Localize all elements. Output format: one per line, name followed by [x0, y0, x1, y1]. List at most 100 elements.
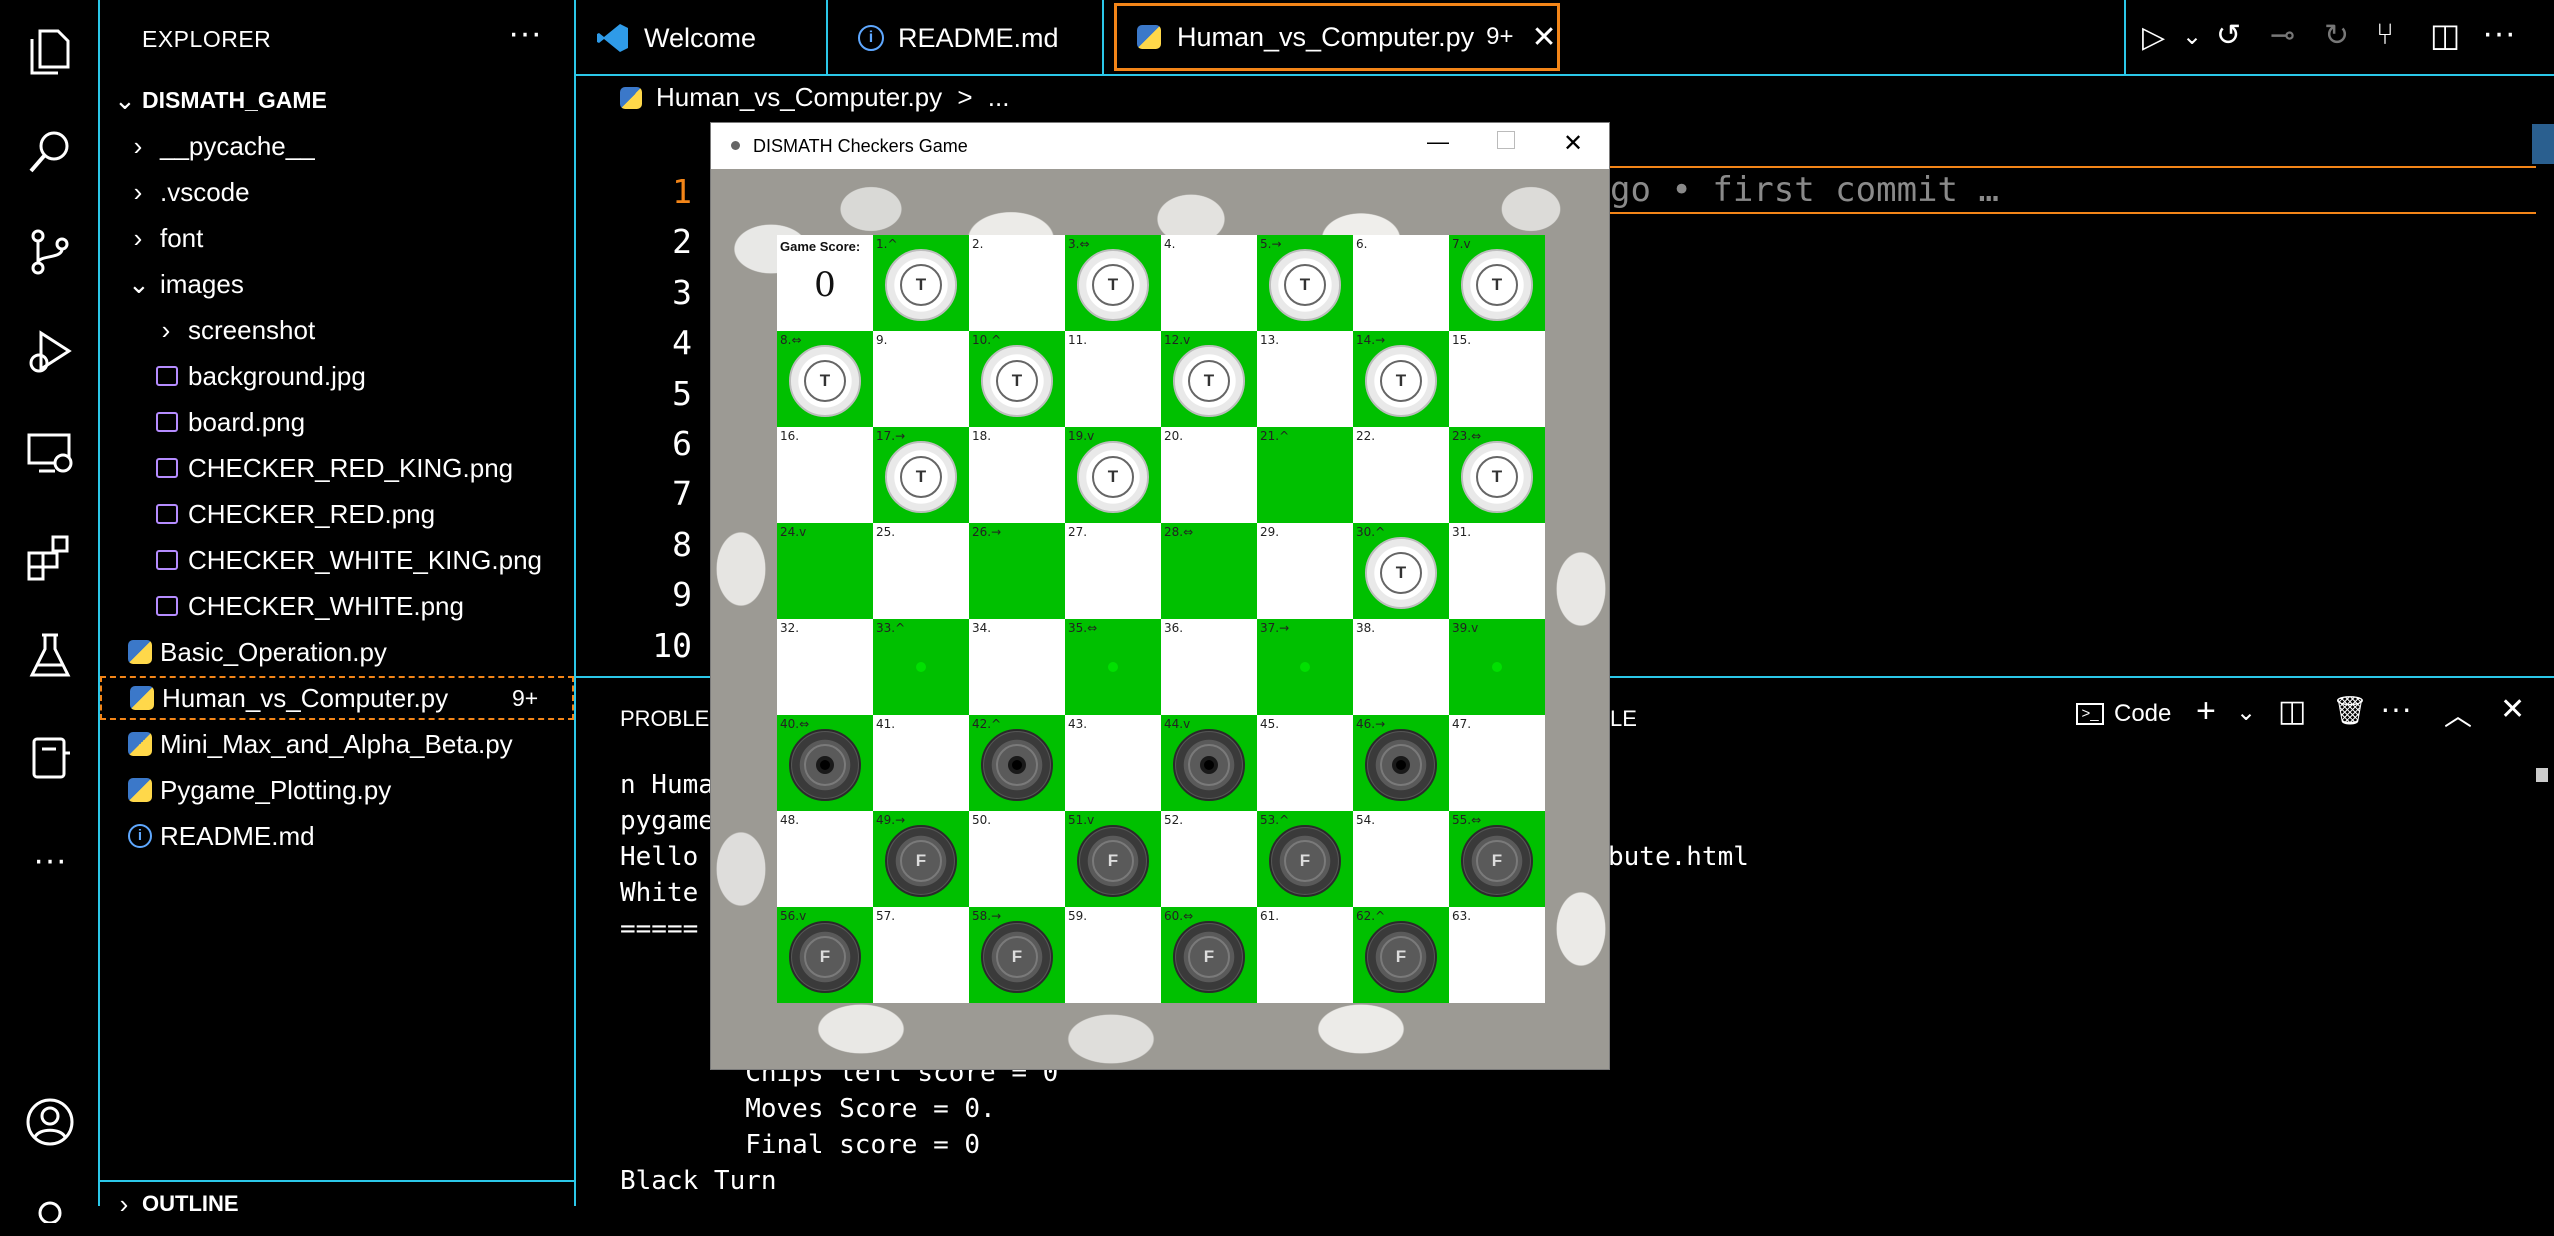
board-square[interactable]: 12.v T: [1161, 331, 1257, 427]
close-icon[interactable]: ✕: [1563, 129, 1583, 158]
board-square[interactable]: 53.^ F: [1257, 811, 1353, 907]
remote-explorer-icon[interactable]: [22, 424, 78, 480]
more-actions-icon[interactable]: ···: [2380, 690, 2412, 727]
board-square[interactable]: 29.: [1257, 523, 1353, 619]
board-square[interactable]: 42.^: [969, 715, 1065, 811]
go-forward-icon[interactable]: ↻: [2324, 18, 2349, 53]
explorer-icon[interactable]: [22, 24, 78, 80]
white-checker-piece[interactable]: T: [885, 249, 957, 321]
tree-item[interactable]: › screenshot: [100, 308, 574, 352]
game-window[interactable]: DISMATH Checkers Game — ✕ Game Score: 0 …: [710, 122, 1610, 1070]
board-square[interactable]: 9.: [873, 331, 969, 427]
manage-icon[interactable]: [22, 1180, 78, 1236]
split-editor-icon[interactable]: ◫: [2430, 16, 2460, 54]
board-square[interactable]: 40.⇔: [777, 715, 873, 811]
close-panel-icon[interactable]: ✕: [2500, 692, 2525, 727]
black-checker-piece[interactable]: F: [885, 825, 957, 897]
board-square[interactable]: 13.: [1257, 331, 1353, 427]
tree-item[interactable]: Pygame_Plotting.py: [100, 768, 574, 812]
source-control-icon[interactable]: [22, 224, 78, 280]
board-square[interactable]: 25.: [873, 523, 969, 619]
tree-item[interactable]: Mini_Max_and_Alpha_Beta.py: [100, 722, 574, 766]
black-checker-piece[interactable]: [1173, 729, 1245, 801]
tree-item[interactable]: › font: [100, 216, 574, 260]
board-square[interactable]: 56.v F: [777, 907, 873, 1003]
timeline-icon[interactable]: ⊸: [2270, 18, 2295, 53]
board-square[interactable]: 58.→ F: [969, 907, 1065, 1003]
minimize-icon[interactable]: —: [1427, 129, 1449, 155]
board-square[interactable]: 62.^ F: [1353, 907, 1449, 1003]
board-square[interactable]: 24.v: [777, 523, 873, 619]
checkers-board[interactable]: Game Score: 0 1.^ T 2. 3.⇔ T 4. 5.→ T 6. 7.v T 8.⇔ T…: [777, 235, 1545, 1003]
board-square[interactable]: 44.v: [1161, 715, 1257, 811]
tree-item[interactable]: CHECKER_RED.png: [100, 492, 574, 536]
board-square[interactable]: 17.→ T: [873, 427, 969, 523]
white-checker-piece[interactable]: T: [1461, 249, 1533, 321]
black-checker-piece[interactable]: F: [981, 921, 1053, 993]
board-square[interactable]: 22.: [1353, 427, 1449, 523]
board-square[interactable]: 19.v T: [1065, 427, 1161, 523]
tab-welcome[interactable]: Welcome: [576, 0, 828, 76]
board-square[interactable]: 20.: [1161, 427, 1257, 523]
board-square[interactable]: 63.: [1449, 907, 1545, 1003]
board-square[interactable]: 23.⇔ T: [1449, 427, 1545, 523]
git-compare-icon[interactable]: ⑂: [2376, 18, 2394, 52]
tab-readme[interactable]: i README.md: [828, 0, 1104, 76]
maximize-panel-icon[interactable]: ︿: [2444, 694, 2472, 734]
game-title-bar[interactable]: DISMATH Checkers Game — ✕: [711, 123, 1609, 169]
black-checker-piece[interactable]: [789, 729, 861, 801]
white-checker-piece[interactable]: T: [1365, 537, 1437, 609]
black-checker-piece[interactable]: [1365, 729, 1437, 801]
notebook-icon[interactable]: [22, 730, 78, 786]
white-checker-piece[interactable]: T: [1077, 249, 1149, 321]
tree-item[interactable]: › __pycache__: [100, 124, 574, 168]
board-square[interactable]: 14.→ T: [1353, 331, 1449, 427]
move-hint-dot[interactable]: [1108, 662, 1118, 672]
outline-section[interactable]: › OUTLINE: [100, 1180, 574, 1226]
tree-item[interactable]: › .vscode: [100, 170, 574, 214]
tree-item[interactable]: Basic_Operation.py: [100, 630, 574, 674]
white-checker-piece[interactable]: T: [1269, 249, 1341, 321]
board-square[interactable]: 36.: [1161, 619, 1257, 715]
close-icon[interactable]: ✕: [1532, 20, 1557, 55]
breadcrumb-file[interactable]: Human_vs_Computer.py: [656, 82, 942, 112]
white-checker-piece[interactable]: T: [981, 345, 1053, 417]
board-square[interactable]: 16.: [777, 427, 873, 523]
board-square[interactable]: 48.: [777, 811, 873, 907]
tree-item[interactable]: CHECKER_WHITE.png: [100, 584, 574, 628]
board-square[interactable]: 49.→ F: [873, 811, 969, 907]
board-square[interactable]: 27.: [1065, 523, 1161, 619]
board-square[interactable]: 26.→: [969, 523, 1065, 619]
board-square[interactable]: 59.: [1065, 907, 1161, 1003]
run-debug-icon[interactable]: [22, 324, 78, 380]
tree-item[interactable]: CHECKER_RED_KING.png: [100, 446, 574, 490]
tree-item[interactable]: background.jpg: [100, 354, 574, 398]
tree-item[interactable]: ⌄ images: [100, 262, 574, 306]
move-hint-dot[interactable]: [916, 662, 926, 672]
run-icon[interactable]: ▷: [2142, 20, 2165, 55]
board-square[interactable]: 61.: [1257, 907, 1353, 1003]
white-checker-piece[interactable]: T: [789, 345, 861, 417]
split-terminal-icon[interactable]: ◫: [2278, 694, 2306, 729]
move-hint-dot[interactable]: [1492, 662, 1502, 672]
chevron-down-icon[interactable]: ⌄: [2182, 22, 2202, 51]
board-square[interactable]: 2.: [969, 235, 1065, 331]
board-square[interactable]: 39.v: [1449, 619, 1545, 715]
board-square[interactable]: 30.^ T: [1353, 523, 1449, 619]
explorer-more-icon[interactable]: ···: [508, 14, 542, 53]
board-square[interactable]: 1.^ T: [873, 235, 969, 331]
tree-item[interactable]: board.png: [100, 400, 574, 444]
terminal-selector[interactable]: >_ Code: [2076, 700, 2171, 728]
more-icon[interactable]: ···: [22, 832, 78, 888]
board-square[interactable]: 50.: [969, 811, 1065, 907]
maximize-icon[interactable]: [1497, 131, 1515, 149]
board-square[interactable]: 46.→: [1353, 715, 1449, 811]
board-square[interactable]: 4.: [1161, 235, 1257, 331]
explorer-root[interactable]: ⌄ DISMATH_GAME: [100, 78, 574, 122]
black-checker-piece[interactable]: F: [1269, 825, 1341, 897]
board-square[interactable]: 18.: [969, 427, 1065, 523]
board-square[interactable]: 45.: [1257, 715, 1353, 811]
breadcrumb[interactable]: Human_vs_Computer.py > ...: [620, 82, 1009, 113]
board-square[interactable]: 5.→ T: [1257, 235, 1353, 331]
go-back-icon[interactable]: ↺: [2216, 18, 2241, 53]
